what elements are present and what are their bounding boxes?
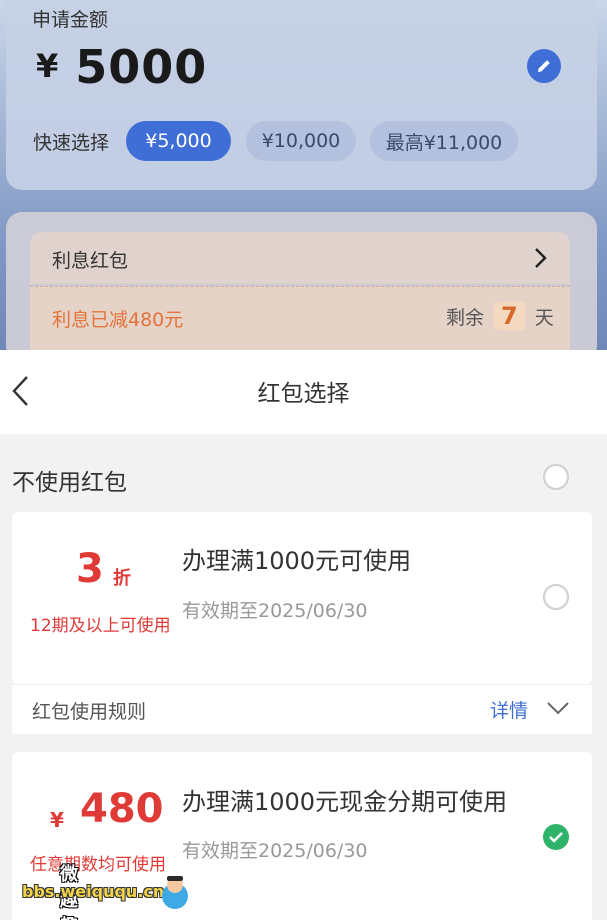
sheet-header: 红包选择 [0,350,607,434]
remaining-suffix: 天 [534,306,554,329]
discount-condition: 12期及以上可使用 [30,616,171,636]
discount-unit: 折 [113,568,131,589]
chevron-right-icon [530,246,550,274]
quick-select-label: 快速选择 [33,132,110,154]
chip-amount-5000[interactable]: ¥5,000 [126,121,231,161]
chip-amount-10000[interactable]: ¥10,000 [246,121,356,161]
discount-value: 3 [76,546,104,592]
check-icon [549,832,563,843]
discount-title: 办理满1000元可使用 [182,547,412,575]
currency-symbol: ¥ [36,47,60,85]
coupon-rules-label: 红包使用规则 [32,701,147,723]
cash-title: 办理满1000元现金分期可使用 [182,788,508,816]
cash-value: 480 [80,786,164,832]
pencil-icon [538,60,550,72]
details-link[interactable]: 详情 [490,696,528,723]
no-coupon-radio[interactable] [543,464,569,490]
discount-valid-until: 有效期至2025/06/30 [182,600,368,622]
cash-valid-until: 有效期至2025/06/30 [182,840,368,862]
mascot-icon [162,876,188,909]
discount-coupon-radio[interactable] [543,584,569,610]
watermark-url: bbs.weiququ.cn [22,882,165,901]
sheet-title: 红包选择 [257,381,350,407]
cash-condition: 任意期数均可使用 [30,855,166,875]
no-coupon-label: 不使用红包 [12,470,127,496]
remaining-days: 剩余 7 天 [446,302,554,330]
amount-title: 申请金额 [32,9,109,31]
remaining-days-count: 7 [494,302,525,330]
amount-number: 5000 [75,40,208,94]
cash-currency: ¥ [50,808,64,832]
coupon-select-sheet: 红包选择 不使用红包 3 折 12期及以上可使用 办理满1000元可使用 有效期… [0,350,607,920]
interest-saved-text: 利息已减480元 [52,309,184,331]
chip-amount-max[interactable]: 最高¥11,000 [370,121,518,161]
amount-value: ¥5000 [36,40,207,94]
edit-amount-button[interactable] [527,49,561,83]
cash-coupon-radio[interactable] [543,824,569,850]
remaining-prefix: 剩余 [446,306,485,329]
chevron-down-icon[interactable] [545,699,571,721]
coupon-summary-label: 利息红包 [52,250,129,272]
